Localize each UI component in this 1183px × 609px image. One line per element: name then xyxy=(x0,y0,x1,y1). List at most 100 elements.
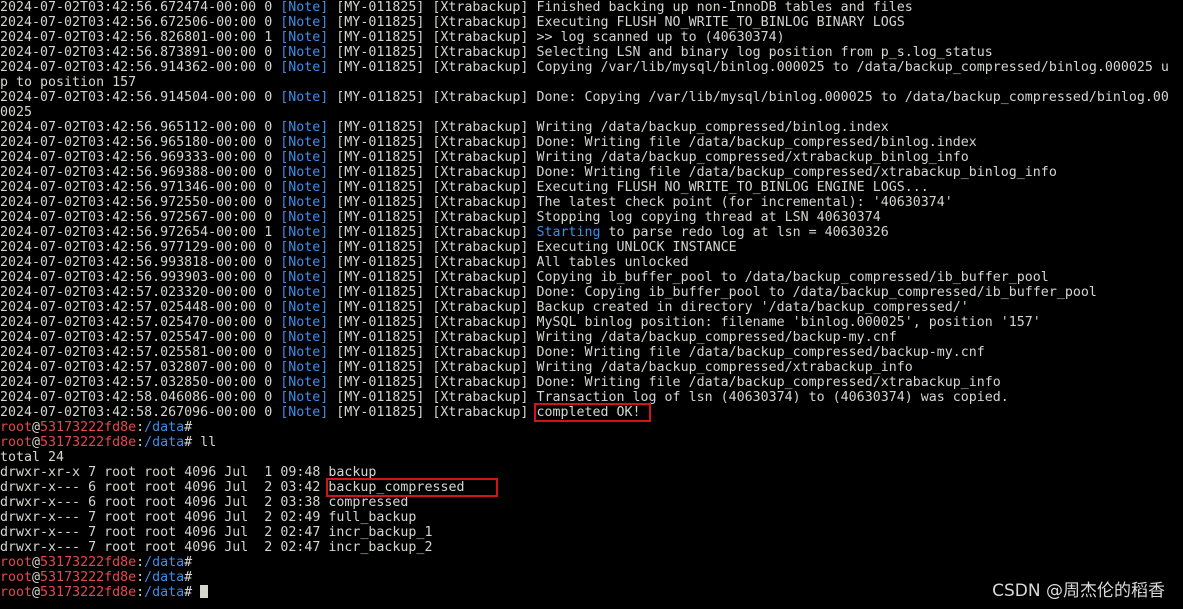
log-line: 2024-07-02T03:42:56.972550-00:00 0 [Note… xyxy=(0,195,1183,210)
entry-permissions: drwxr-x--- xyxy=(0,495,81,510)
prompt-separator: : xyxy=(136,420,145,435)
entry-month: Jul xyxy=(224,495,249,510)
log-timestamp: 2024-07-02T03:42:56.873891-00:00 xyxy=(0,45,257,60)
log-thread-id: 0 xyxy=(264,60,273,75)
log-timestamp: 2024-07-02T03:42:57.023320-00:00 xyxy=(0,285,257,300)
log-line: 2024-07-02T03:42:56.972654-00:00 1 [Note… xyxy=(0,225,1183,240)
entry-name-highlighted: backup_compressed xyxy=(326,478,499,497)
shell-prompt-line: root@53173222fd8e:/data# xyxy=(0,420,1183,435)
log-message: Done: Writing file /data/backup_compress… xyxy=(536,375,1001,390)
log-level: [Note] xyxy=(280,240,329,255)
entry-links: 7 xyxy=(88,540,97,555)
log-line: 2024-07-02T03:42:56.977129-00:00 0 [Note… xyxy=(0,240,1183,255)
log-code: [MY-011825] xyxy=(336,180,425,195)
terminal-window[interactable]: 2024-07-02T03:42:56.672474-00:00 0 [Note… xyxy=(0,0,1183,609)
log-message: Done: Copying ib_buffer_pool to /data/ba… xyxy=(536,285,1097,300)
log-thread-id: 0 xyxy=(264,255,273,270)
log-message: Writing /data/backup_compressed/xtraback… xyxy=(536,150,969,165)
log-level: [Note] xyxy=(280,180,329,195)
log-level: [Note] xyxy=(280,375,329,390)
entry-permissions: drwxr-x--- xyxy=(0,510,81,525)
prompt-symbol: # xyxy=(184,585,201,600)
log-source: [Xtrabackup] xyxy=(432,300,529,315)
prompt-user: root xyxy=(0,435,33,450)
prompt-path: /data xyxy=(144,570,185,585)
log-message: Transaction log of lsn (40630374) to (40… xyxy=(536,390,1009,405)
log-code: [MY-011825] xyxy=(336,45,425,60)
shell-prompt-line: root@53173222fd8e:/data# xyxy=(0,555,1183,570)
log-timestamp: 2024-07-02T03:42:56.977129-00:00 xyxy=(0,240,257,255)
log-code: [MY-011825] xyxy=(336,285,425,300)
directory-entry: drwxr-x--- 6 root root 4096 Jul 2 03:42 … xyxy=(0,478,1183,497)
log-line: 2024-07-02T03:42:56.672506-00:00 0 [Note… xyxy=(0,15,1183,30)
entry-owner: root xyxy=(104,525,137,540)
log-thread-id: 0 xyxy=(264,240,273,255)
log-line: 2024-07-02T03:42:56.971346-00:00 0 [Note… xyxy=(0,180,1183,195)
entry-name: compressed xyxy=(328,495,409,510)
log-timestamp: 2024-07-02T03:42:57.025581-00:00 xyxy=(0,345,257,360)
log-timestamp: 2024-07-02T03:42:56.965112-00:00 xyxy=(0,120,257,135)
log-thread-id: 0 xyxy=(264,210,273,225)
log-thread-id: 0 xyxy=(264,0,273,15)
log-source: [Xtrabackup] xyxy=(432,225,529,240)
log-timestamp: 2024-07-02T03:42:58.267096-00:00 xyxy=(0,405,257,420)
entry-size: 4096 xyxy=(184,480,217,495)
log-thread-id: 0 xyxy=(264,390,273,405)
directory-entry: drwxr-xr-x 7 root root 4096 Jul 1 09:48 … xyxy=(0,465,1183,480)
prompt-separator: : xyxy=(136,570,145,585)
log-message: Finished backing up non-InnoDB tables an… xyxy=(536,0,913,15)
entry-day: 1 xyxy=(256,465,273,480)
log-source: [Xtrabackup] xyxy=(432,345,529,360)
prompt-symbol: # xyxy=(184,435,201,450)
directory-entry: drwxr-x--- 6 root root 4096 Jul 2 03:38 … xyxy=(0,495,1183,510)
entry-permissions: drwxr-x--- xyxy=(0,540,81,555)
prompt-path: /data xyxy=(144,555,185,570)
prompt-at: @ xyxy=(32,420,41,435)
entry-time: 03:42 xyxy=(280,480,321,495)
log-line: 2024-07-02T03:42:58.267096-00:00 0 [Note… xyxy=(0,403,1183,422)
log-timestamp: 2024-07-02T03:42:57.032807-00:00 xyxy=(0,360,257,375)
prompt-host: 53173222fd8e xyxy=(40,570,137,585)
entry-name: backup xyxy=(328,465,377,480)
log-line: 2024-07-02T03:42:56.965112-00:00 0 [Note… xyxy=(0,120,1183,135)
text-cursor[interactable] xyxy=(200,585,209,598)
log-code: [MY-011825] xyxy=(336,270,425,285)
entry-owner: root xyxy=(104,495,137,510)
log-code: [MY-011825] xyxy=(336,405,425,420)
log-message: to parse redo log at lsn = 40630326 xyxy=(600,225,889,240)
entry-links: 7 xyxy=(88,510,97,525)
log-source: [Xtrabackup] xyxy=(432,0,529,15)
log-thread-id: 1 xyxy=(264,30,273,45)
log-line: 2024-07-02T03:42:57.025547-00:00 0 [Note… xyxy=(0,330,1183,345)
log-code: [MY-011825] xyxy=(336,0,425,15)
log-source: [Xtrabackup] xyxy=(432,255,529,270)
shell-command: ll xyxy=(200,435,217,450)
entry-group: root xyxy=(144,540,177,555)
entry-month: Jul xyxy=(224,510,249,525)
prompt-at: @ xyxy=(32,435,41,450)
log-timestamp: 2024-07-02T03:42:57.025547-00:00 xyxy=(0,330,257,345)
log-source: [Xtrabackup] xyxy=(432,15,529,30)
directory-entry: drwxr-x--- 7 root root 4096 Jul 2 02:47 … xyxy=(0,525,1183,540)
log-thread-id: 0 xyxy=(264,195,273,210)
prompt-separator: : xyxy=(136,555,145,570)
entry-size: 4096 xyxy=(184,510,217,525)
log-level: [Note] xyxy=(280,330,329,345)
log-code: [MY-011825] xyxy=(336,255,425,270)
log-level: [Note] xyxy=(280,60,329,75)
log-level: [Note] xyxy=(280,0,329,15)
log-timestamp: 2024-07-02T03:42:56.672506-00:00 xyxy=(0,15,257,30)
log-level: [Note] xyxy=(280,360,329,375)
log-thread-id: 0 xyxy=(264,285,273,300)
log-message: Executing FLUSH NO_WRITE_TO_BINLOG ENGIN… xyxy=(536,180,929,195)
listing-total: total 24 xyxy=(0,450,65,465)
entry-month: Jul xyxy=(224,540,249,555)
log-line: 2024-07-02T03:42:57.032807-00:00 0 [Note… xyxy=(0,360,1183,375)
log-line: 2024-07-02T03:42:56.965180-00:00 0 [Note… xyxy=(0,135,1183,150)
log-thread-id: 0 xyxy=(264,345,273,360)
entry-time: 02:47 xyxy=(280,525,321,540)
entry-links: 7 xyxy=(88,465,97,480)
entry-size: 4096 xyxy=(184,540,217,555)
log-message: The latest check point (for incremental)… xyxy=(536,195,953,210)
log-source: [Xtrabackup] xyxy=(432,180,529,195)
